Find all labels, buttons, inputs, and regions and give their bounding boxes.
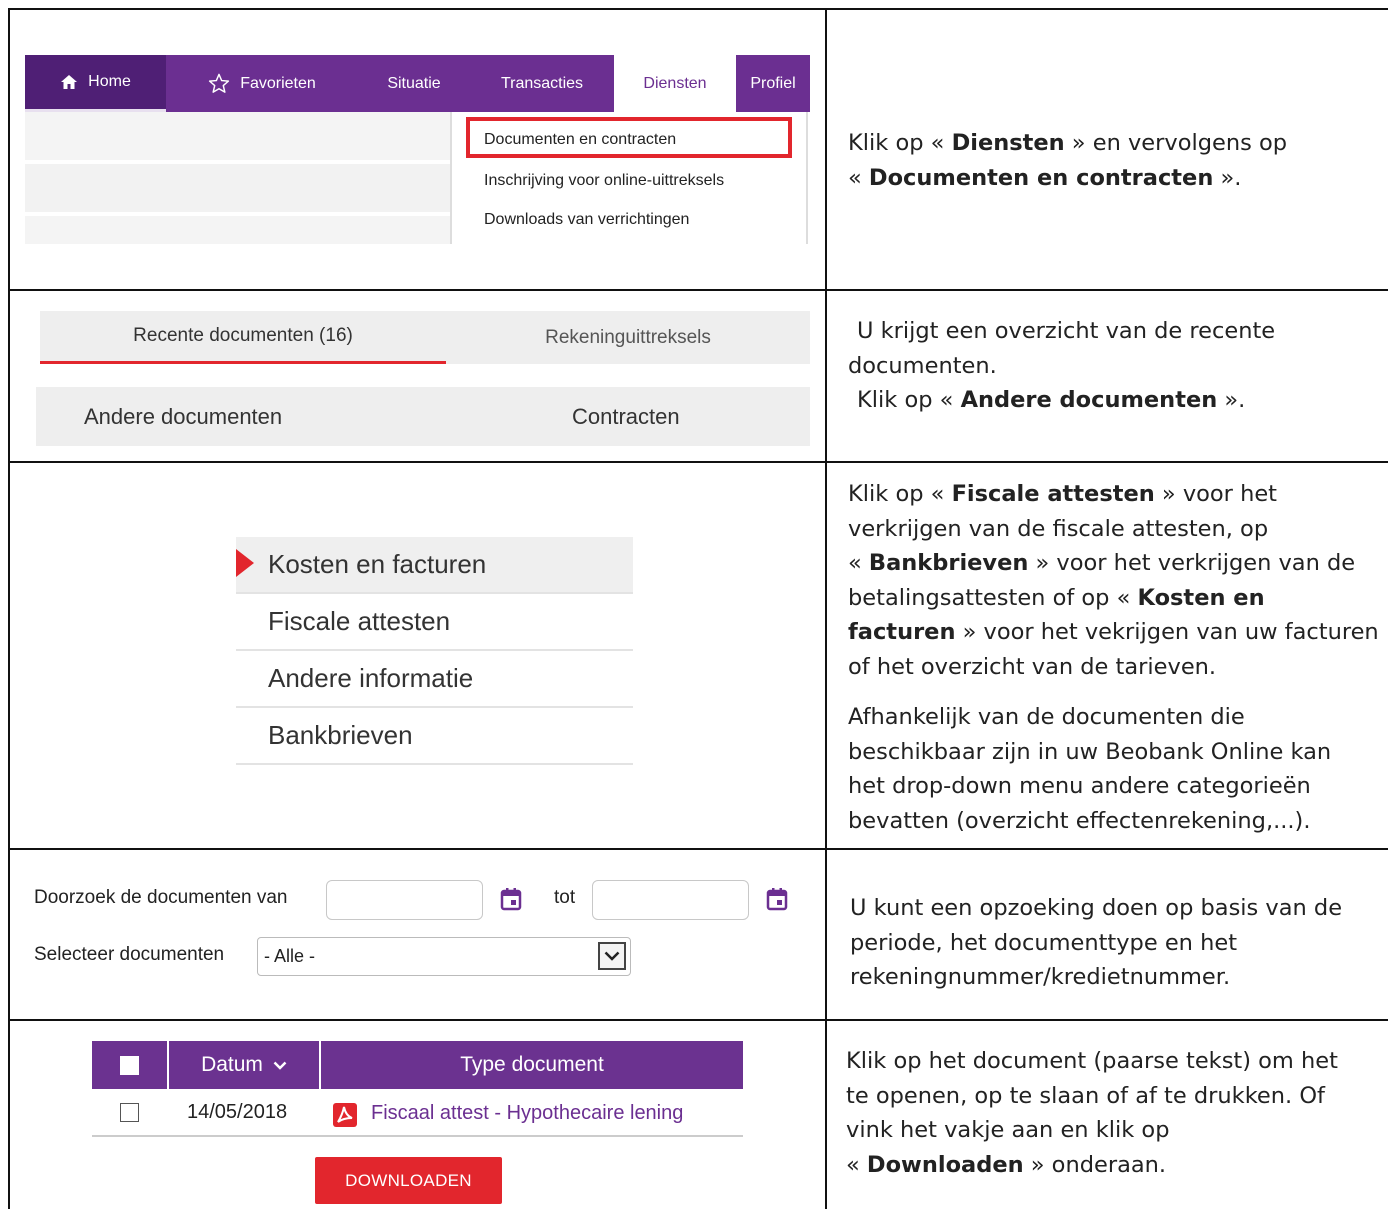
tab-statements-label: Rekeninguittreksels: [545, 326, 711, 348]
row-divider-4: [8, 1019, 1388, 1021]
nav-profiel[interactable]: Profiel: [736, 55, 810, 112]
date-to-input[interactable]: [592, 880, 749, 920]
tab-other-label: Andere documenten: [84, 403, 283, 429]
row-divider-2: [8, 461, 1388, 463]
table-row: 14/05/2018 Fiscaal attest - Hypothecaire…: [92, 1089, 743, 1137]
row-divider-1: [8, 289, 1388, 291]
category-kosten-facturen[interactable]: Kosten en facturen: [236, 537, 633, 594]
date-from-input[interactable]: [326, 880, 483, 920]
row-date: 14/05/2018: [187, 1101, 288, 1123]
chevron-down-icon[interactable]: [598, 942, 626, 970]
select-all-cell[interactable]: [92, 1041, 169, 1089]
select-all-checkbox[interactable]: [120, 1055, 139, 1075]
nav-diensten-label: Diensten: [643, 74, 707, 92]
column-datum[interactable]: Datum: [169, 1041, 321, 1089]
calendar-icon[interactable]: [766, 887, 788, 911]
nav-transacties-label: Transacties: [500, 74, 584, 92]
step2-instruction: U krijgt een overzicht van de recente do…: [848, 318, 1276, 413]
step1-instruction: Klik op « Diensten » en vervolgens op « …: [848, 130, 1288, 191]
chevron-down-icon: [273, 1061, 287, 1070]
table-border-left: [8, 8, 10, 1209]
column-type-document: Type document: [321, 1041, 743, 1089]
category-fiscale-attesten[interactable]: Fiscale attesten: [236, 594, 633, 651]
select-value: - Alle -: [264, 946, 316, 966]
tab-contracts-label: Contracten: [572, 403, 680, 429]
submenu-background: [25, 112, 450, 244]
pdf-icon: [333, 1103, 357, 1127]
nav-favorieten-label: Favorieten: [240, 74, 316, 92]
tab-statements[interactable]: Rekeninguittreksels: [446, 311, 810, 364]
tab-recent-documents[interactable]: Recente documenten (16): [40, 311, 446, 364]
nav-situatie-label: Situatie: [387, 74, 441, 92]
nav-profiel-label: Profiel: [750, 74, 796, 92]
home-icon: [61, 75, 78, 89]
star-icon: [209, 73, 230, 93]
submenu-downloads[interactable]: Downloads van verrichtingen: [484, 211, 689, 229]
row-divider-3: [8, 848, 1388, 850]
category-list: Kosten en facturen Fiscale attesten Ande…: [236, 537, 633, 765]
category-bankbrieven[interactable]: Bankbrieven: [236, 708, 633, 765]
download-button[interactable]: DOWNLOADEN: [315, 1157, 502, 1204]
documents-table-header: Datum Type document: [92, 1041, 743, 1089]
table-border-top: [8, 8, 1388, 10]
select-documents-label: Selecteer documenten: [34, 944, 225, 965]
nav-transacties[interactable]: Transacties: [470, 55, 614, 112]
document-link[interactable]: Fiscaal attest - Hypothecaire lening: [371, 1102, 683, 1125]
column-divider: [825, 8, 827, 1209]
step3-instruction: Klik op « Fiscale attesten » voor het ve…: [848, 481, 1379, 834]
nav-home-label: Home: [88, 73, 131, 90]
calendar-icon[interactable]: [500, 887, 522, 911]
column-type-label: Type document: [460, 1053, 604, 1076]
document-type-select[interactable]: - Alle -: [257, 937, 631, 976]
nav-home[interactable]: Home: [25, 55, 166, 112]
tab-recent-label: Recente documenten (16): [133, 325, 353, 346]
step4-instruction: U kunt een opzoeking doen op basis van d…: [850, 895, 1343, 990]
tab-other-documents[interactable]: Andere documenten Contracten: [36, 387, 810, 446]
highlight-box: [466, 117, 792, 158]
nav-favorieten[interactable]: Favorieten: [166, 55, 358, 112]
main-nav: Home Favorieten Situatie Transacties Die…: [25, 55, 810, 112]
nav-diensten[interactable]: Diensten: [614, 55, 736, 112]
row-checkbox[interactable]: [120, 1103, 139, 1122]
search-from-label: Doorzoek de documenten van: [34, 887, 288, 908]
column-datum-label: Datum: [201, 1053, 263, 1076]
submenu-online-uittreksels[interactable]: Inschrijving voor online-uittreksels: [484, 172, 724, 190]
step5-instruction: Klik op het document (paarse tekst) om h…: [846, 1048, 1338, 1178]
search-to-label: tot: [554, 887, 576, 908]
nav-situatie[interactable]: Situatie: [358, 55, 470, 112]
category-andere-informatie[interactable]: Andere informatie: [236, 651, 633, 708]
